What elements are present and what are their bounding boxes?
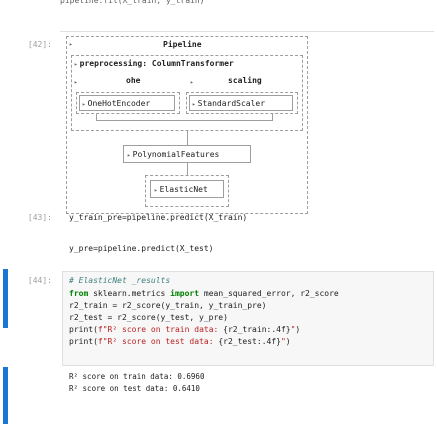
module-name: sklearn.metrics (88, 289, 171, 298)
polynomial-features-label[interactable]: PolynomialFeatures (133, 150, 220, 159)
polynomial-features-box[interactable]: ▸ PolynomialFeatures (123, 145, 251, 163)
keyword-import: import (170, 289, 200, 298)
elasticnet-toggle-icon[interactable]: ▸ (154, 187, 158, 194)
standard-toggle-icon[interactable]: ▸ (192, 101, 196, 108)
code-print-test[interactable]: print(f"R² score on test data: {r2_test:… (69, 337, 291, 346)
print-fn: print (69, 325, 94, 334)
preprocessing-box[interactable]: ▸ preprocessing: ColumnTransformer ▸ ohe … (71, 55, 303, 131)
preprocessing-label[interactable]: preprocessing: ColumnTransformer (80, 59, 234, 68)
print-expr: {r2_test:.4f} (218, 337, 281, 346)
active-output-indicator (3, 367, 8, 424)
scaling-label[interactable]: scaling (228, 76, 262, 85)
pipeline-title[interactable]: Pipeline (163, 40, 202, 49)
print-string: f"R² score on train data: (97, 325, 224, 334)
paren-close: ) (285, 337, 291, 346)
ohe-label[interactable]: ohe (126, 76, 140, 85)
print-string: f"R² score on test data: (97, 337, 219, 346)
onehot-encoder-box[interactable]: ▸ OneHotEncoder (79, 95, 175, 111)
elasticnet-label[interactable]: ElasticNet (160, 185, 208, 194)
ohe-column-box: ▸ OneHotEncoder (76, 92, 180, 114)
ohe-toggle-icon[interactable]: ▸ (74, 79, 78, 86)
code-print-train[interactable]: print(f"R² score on train data: {r2_trai… (69, 325, 300, 334)
connector-line-1 (187, 131, 188, 145)
elasticnet-outer-box: ▸ ElasticNet (145, 175, 229, 207)
connector-line-2 (187, 163, 188, 175)
standard-scaler-box[interactable]: ▸ StandardScaler (189, 95, 293, 111)
onehot-toggle-icon[interactable]: ▸ (82, 101, 86, 108)
polynomial-toggle-icon[interactable]: ▸ (127, 152, 131, 159)
code-line-r2-train[interactable]: r2_train = r2_score(y_train, y_train_pre… (69, 301, 266, 310)
cell-prompt-43: [43]: (27, 213, 52, 222)
output-test-score: R² score on test data: 0.6410 (69, 384, 200, 393)
merge-line-bottom (96, 120, 273, 121)
standard-scaler-label[interactable]: StandardScaler (198, 99, 265, 108)
pipeline-outer-box[interactable]: ▸ Pipeline ▸ preprocessing: ColumnTransfo… (66, 36, 308, 214)
onehot-encoder-label[interactable]: OneHotEncoder (88, 99, 151, 108)
code-import-line[interactable]: from sklearn.metrics import mean_squared… (69, 289, 339, 298)
code-line[interactable]: y_pre=pipeline.predict(X_test) (69, 244, 214, 253)
output-train-score: R² score on train data: 0.6960 (69, 372, 205, 381)
code-comment[interactable]: # ElasticNet _results (69, 276, 170, 285)
code-line[interactable]: y_train_pre=pipeline.predict(X_train) (69, 213, 247, 222)
import-names: mean_squared_error, r2_score (199, 289, 339, 298)
preprocessing-toggle-icon[interactable]: ▸ (74, 61, 78, 68)
cell-prompt-44: [44]: (27, 276, 52, 285)
print-fn: print (69, 337, 94, 346)
elasticnet-box[interactable]: ▸ ElasticNet (150, 180, 224, 198)
paren-close: ) (295, 325, 301, 334)
print-expr: {r2_train:.4f} (223, 325, 291, 334)
cell-prompt-42: [42]: (27, 40, 52, 49)
pipeline-toggle-icon[interactable]: ▸ (69, 39, 75, 48)
scaling-column-box: ▸ StandardScaler (186, 92, 298, 114)
keyword-from: from (69, 289, 89, 298)
scaling-toggle-icon[interactable]: ▸ (190, 79, 194, 86)
code-line-r2-test[interactable]: r2_test = r2_score(y_test, y_pre) (69, 313, 228, 322)
previous-cell-fragment: pipeline.fit(X_train, y_train) (60, 0, 205, 5)
pipeline-diagram[interactable]: ▸ Pipeline ▸ preprocessing: ColumnTransfo… (60, 31, 434, 220)
